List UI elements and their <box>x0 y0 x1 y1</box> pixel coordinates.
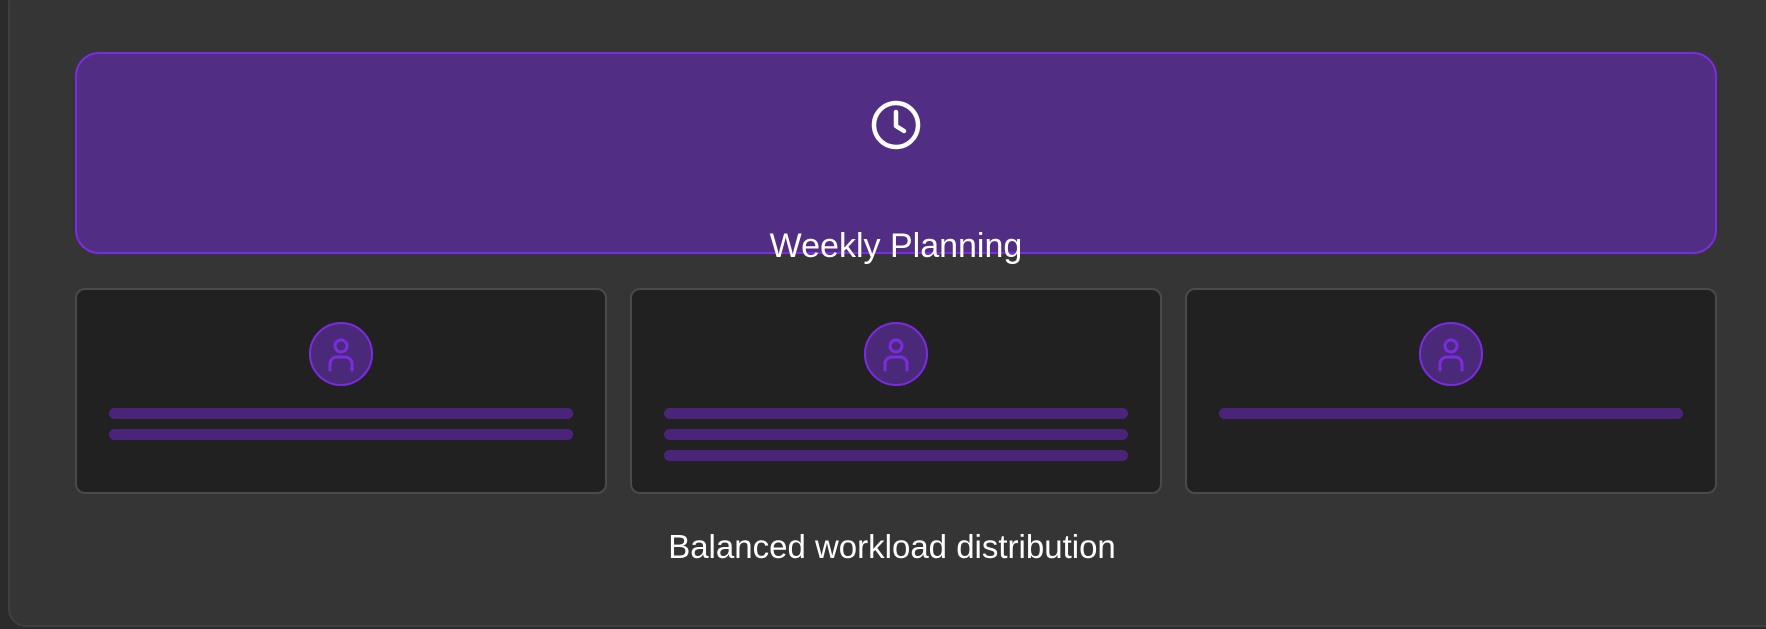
task-bar <box>664 408 1128 419</box>
team-member-card <box>630 288 1162 494</box>
task-lines <box>109 408 573 450</box>
weekly-planning-banner: Weekly Planning <box>75 52 1717 265</box>
task-bar <box>109 429 573 440</box>
task-bar <box>1219 408 1683 419</box>
avatar <box>1419 322 1483 386</box>
team-member-card <box>1185 288 1717 494</box>
avatar <box>864 322 928 386</box>
clock-icon <box>871 100 921 150</box>
user-icon <box>328 338 354 372</box>
user-icon <box>883 338 909 372</box>
task-lines <box>664 408 1128 471</box>
avatar <box>309 322 373 386</box>
team-member-cards <box>75 288 1717 494</box>
task-bar <box>664 450 1128 461</box>
caption: Balanced workload distribution <box>668 528 1116 565</box>
banner-title: Weekly Planning <box>769 227 1023 265</box>
team-member-card <box>75 288 607 494</box>
user-icon <box>1438 338 1464 372</box>
task-lines <box>1219 408 1683 429</box>
task-bar <box>664 429 1128 440</box>
task-bar <box>109 408 573 419</box>
